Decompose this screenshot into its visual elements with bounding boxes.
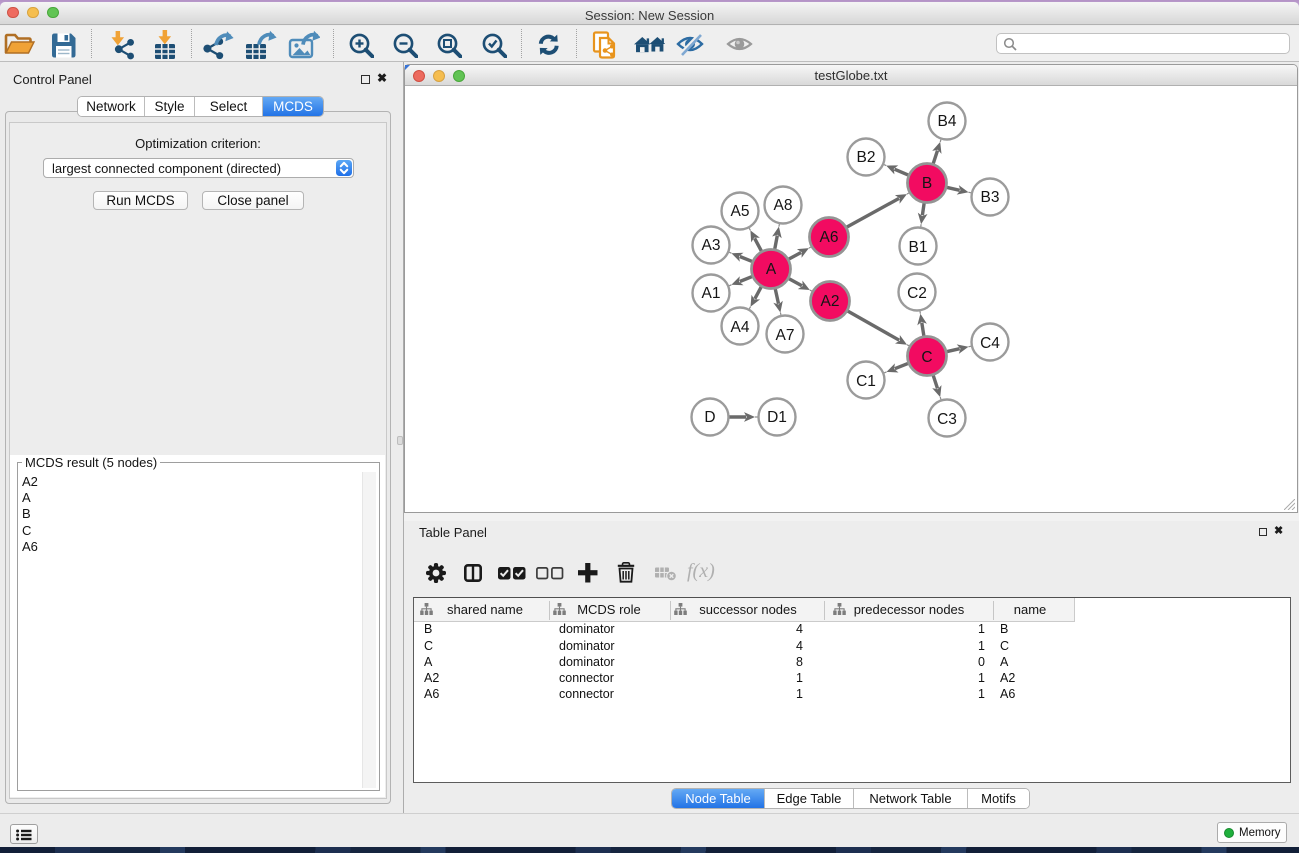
svg-text:B4: B4 (938, 113, 957, 130)
svg-text:A2: A2 (821, 293, 840, 310)
svg-text:A6: A6 (820, 229, 839, 246)
svg-text:A1: A1 (702, 285, 721, 302)
svg-text:B3: B3 (981, 189, 1000, 206)
svg-text:D: D (704, 409, 715, 426)
svg-text:A5: A5 (731, 203, 750, 220)
svg-text:A8: A8 (774, 197, 793, 214)
svg-text:C3: C3 (937, 411, 957, 428)
svg-text:A7: A7 (776, 327, 795, 344)
svg-text:A4: A4 (731, 319, 750, 336)
svg-text:A3: A3 (702, 237, 721, 254)
svg-text:A: A (766, 261, 777, 278)
svg-text:C2: C2 (907, 285, 927, 302)
svg-text:C4: C4 (980, 335, 1000, 352)
svg-text:B1: B1 (909, 239, 928, 256)
svg-text:B: B (922, 175, 932, 192)
svg-text:D1: D1 (767, 409, 787, 426)
svg-text:B2: B2 (857, 149, 876, 166)
svg-text:C1: C1 (856, 373, 876, 390)
svg-text:C: C (921, 349, 932, 366)
